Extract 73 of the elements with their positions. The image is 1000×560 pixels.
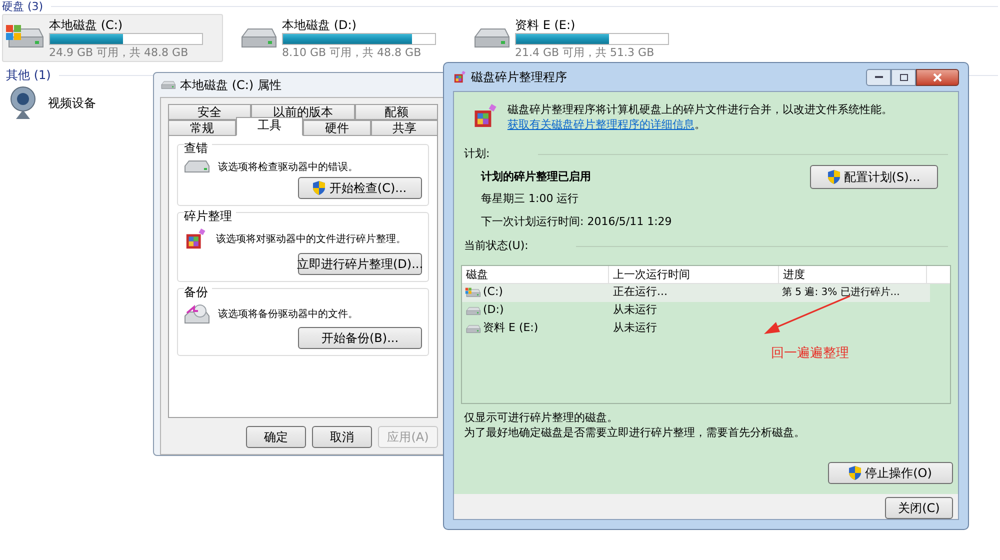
intro-text: 磁盘碎片整理程序将计算机硬盘上的碎片文件进行合并，以改进文件系统性能。 获取有关磁盘碎片整理程序的详细信息。 bbox=[507, 102, 894, 132]
note-text: 为了最好地确定磁盘是否需要立即进行碎片整理，需要首先分析磁盘。 bbox=[464, 424, 806, 440]
table-cell-text: (D:) bbox=[483, 302, 504, 318]
section-label: 计划: bbox=[464, 146, 490, 162]
drive-icon bbox=[160, 78, 176, 92]
device-name: 视频设备 bbox=[48, 95, 96, 112]
section-description: 该选项将检查驱动器中的错误。 bbox=[218, 160, 358, 174]
table-cell-text: 从未运行 bbox=[612, 302, 658, 318]
column-header[interactable]: 进度 bbox=[779, 266, 927, 282]
shield-icon bbox=[828, 170, 840, 184]
group-heading: 硬盘 (3) bbox=[2, 0, 44, 13]
backup-drive-icon bbox=[184, 303, 210, 325]
drive-name: 本地磁盘 (D:) bbox=[282, 18, 358, 32]
maximize-button[interactable] bbox=[891, 68, 916, 86]
table-cell-text: 正在运行... bbox=[612, 284, 668, 300]
action-button[interactable]: 立即进行碎片整理(D)... bbox=[298, 253, 422, 275]
minimize-button[interactable] bbox=[866, 68, 891, 86]
tab[interactable]: 安全 bbox=[168, 104, 252, 120]
free-space-text: 21.4 GB 可用，共 51.3 GB bbox=[515, 46, 656, 58]
tab[interactable]: 共享 bbox=[370, 120, 438, 136]
section-description: 该选项将对驱动器中的文件进行碎片整理。 bbox=[216, 232, 406, 246]
defrag-icon bbox=[453, 70, 467, 84]
section-title: 备份 bbox=[184, 283, 212, 301]
close-dialog-button[interactable]: 关闭(C) bbox=[885, 497, 953, 519]
schedule-frequency: 每星期三 1:00 运行 bbox=[481, 191, 580, 207]
close-icon bbox=[933, 72, 942, 82]
drive-item[interactable]: 资料 E (E:) 21.4 GB 可用，共 51.3 GB bbox=[468, 14, 689, 62]
group-heading: 其他 (1) bbox=[5, 67, 51, 84]
defrag-icon bbox=[472, 102, 500, 130]
tab[interactable]: 常规 bbox=[168, 120, 236, 136]
dialog-button[interactable]: 确定 bbox=[246, 426, 306, 448]
section-description: 该选项将备份驱动器中的文件。 bbox=[218, 308, 358, 322]
help-link[interactable]: 获取有关磁盘碎片整理程序的详细信息 bbox=[507, 117, 694, 132]
note-text: 仅显示可进行碎片整理的磁盘。 bbox=[464, 410, 619, 424]
drive-item[interactable]: 本地磁盘 (D:) 8.10 GB 可用，共 48.8 GB bbox=[235, 14, 456, 62]
section-label: 当前状态(U): bbox=[464, 238, 528, 254]
shield-icon bbox=[849, 466, 862, 480]
table-cell-text: (C:) bbox=[483, 284, 503, 300]
tab[interactable]: 工具 bbox=[236, 117, 303, 136]
schedule-status: 计划的碎片整理已启用 bbox=[481, 168, 592, 184]
table-row[interactable]: 资料 E (E:) 从未运行 bbox=[462, 320, 930, 338]
close-button[interactable] bbox=[916, 68, 959, 86]
tab[interactable]: 硬件 bbox=[303, 120, 370, 136]
window-title: 磁盘碎片整理程序 bbox=[471, 69, 568, 86]
table-row[interactable]: (D:) 从未运行 bbox=[462, 302, 930, 320]
free-space-text: 8.10 GB 可用，共 48.8 GB bbox=[282, 46, 422, 58]
defrag-icon bbox=[184, 227, 208, 251]
drive-name: 资料 E (E:) bbox=[515, 18, 576, 32]
stop-button[interactable]: 停止操作(O) bbox=[828, 462, 953, 484]
free-space-text: 24.9 GB 可用，共 48.8 GB bbox=[49, 46, 190, 58]
tab[interactable]: 以前的版本 bbox=[251, 104, 355, 120]
tab[interactable]: 配额 bbox=[354, 104, 438, 120]
drive-item[interactable]: 本地磁盘 (C:) 24.9 GB 可用，共 48.8 GB bbox=[2, 14, 223, 62]
annotation-text: 回一遍遍整理 bbox=[771, 344, 849, 362]
table-cell-text: 资料 E (E:) bbox=[483, 320, 538, 336]
shield-icon bbox=[313, 181, 326, 195]
action-button[interactable]: 开始检查(C)... bbox=[298, 177, 422, 199]
table-row[interactable]: (C:) 正在运行... 第 5 遍: 3% 已进行碎片... bbox=[462, 284, 930, 302]
table-cell-text: 第 5 遍: 3% 已进行碎片... bbox=[781, 286, 901, 300]
column-header[interactable]: 上一次运行时间 bbox=[609, 266, 779, 282]
configure-schedule-button[interactable]: 配置计划(S)... bbox=[810, 164, 938, 188]
action-button[interactable]: 开始备份(B)... bbox=[298, 327, 422, 349]
minimize-icon bbox=[874, 76, 882, 78]
next-run-time: 下一次计划运行时间: 2016/5/11 1:29 bbox=[481, 214, 673, 230]
drive-name: 本地磁盘 (C:) bbox=[49, 18, 124, 32]
dialog-button[interactable]: 取消 bbox=[312, 426, 372, 448]
system-drive-icon bbox=[465, 286, 481, 300]
webcam-icon bbox=[10, 86, 36, 120]
column-header[interactable]: 磁盘 bbox=[462, 266, 609, 282]
drive-icon bbox=[184, 159, 210, 175]
table-cell-text: 从未运行 bbox=[612, 320, 658, 336]
maximize-icon bbox=[900, 74, 908, 80]
window-title: 本地磁盘 (C:) 属性 bbox=[180, 77, 282, 94]
